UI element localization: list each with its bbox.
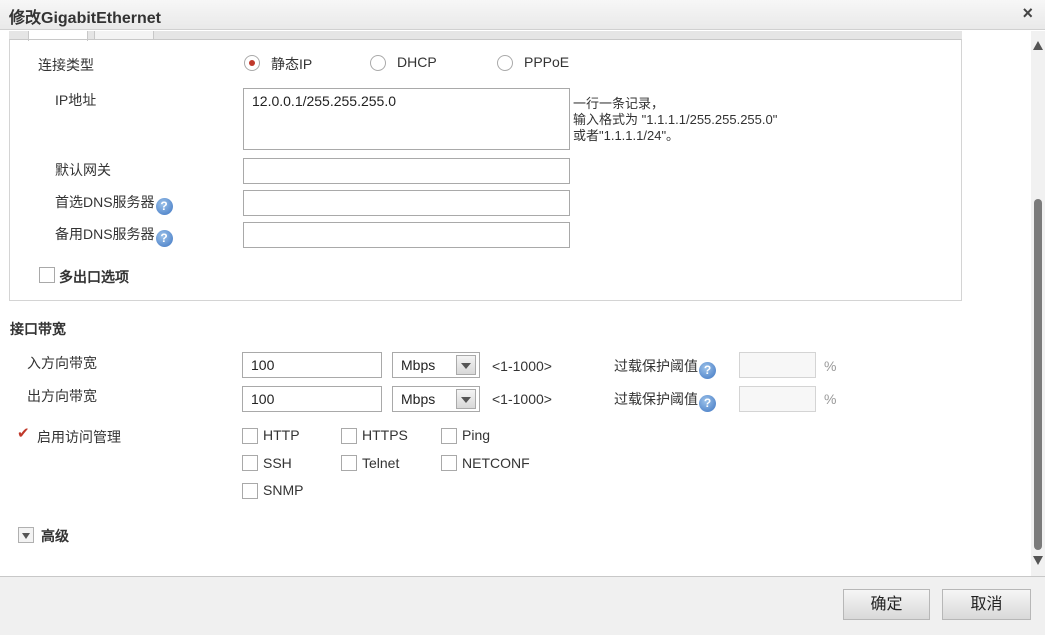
scrollbar-thumb[interactable]: [1034, 199, 1042, 550]
dialog-content: 连接类型 静态IP DHCP PPPoE IP地址 12.0.0.1/255.2…: [0, 31, 1031, 576]
protocol-netconf-checkbox[interactable]: [441, 455, 457, 471]
dialog-title: 修改GigabitEthernet: [9, 10, 162, 27]
outbound-bandwidth-input[interactable]: 100: [242, 386, 382, 412]
outbound-overload-input[interactable]: [739, 386, 816, 412]
gateway-label: 默认网关: [55, 162, 111, 178]
checkmark-icon: ✔: [17, 425, 30, 442]
protocol-ssh-checkbox[interactable]: [242, 455, 258, 471]
protocol-telnet-label: Telnet: [362, 455, 400, 471]
help-icon[interactable]: ?: [155, 230, 173, 247]
outbound-overload-label: 过载保护阈值?: [614, 389, 716, 412]
close-icon[interactable]: ×: [1022, 3, 1033, 24]
access-management-label: 启用访问管理: [37, 429, 121, 445]
dns-secondary-input[interactable]: [243, 222, 570, 248]
outbound-percent-label: %: [824, 391, 837, 407]
hint-line-1: 一行一条记录，: [573, 96, 665, 111]
radio-pppoe-label: PPPoE: [524, 54, 570, 70]
advanced-expander[interactable]: [18, 527, 34, 543]
inbound-unit-value: Mbps: [401, 357, 436, 373]
help-icon[interactable]: ?: [699, 395, 716, 412]
radio-dhcp[interactable]: [370, 55, 386, 71]
ok-button[interactable]: 确定: [843, 589, 930, 620]
protocol-netconf-label: NETCONF: [462, 455, 530, 471]
outbound-unit-select[interactable]: Mbps: [392, 386, 480, 412]
dns-secondary-label: 备用DNS服务器?: [55, 224, 173, 247]
dialog-titlebar: 修改GigabitEthernet ×: [0, 0, 1045, 30]
multi-exit-label: 多出口选项: [59, 269, 129, 285]
protocol-ping-checkbox[interactable]: [441, 428, 457, 444]
inbound-unit-select[interactable]: Mbps: [392, 352, 480, 378]
gateway-input[interactable]: [243, 158, 570, 184]
radio-static-ip-label: 静态IP: [271, 56, 313, 72]
chevron-down-icon[interactable]: [456, 389, 476, 409]
inbound-bandwidth-input[interactable]: 100: [242, 352, 382, 378]
protocol-https-label: HTTPS: [362, 427, 408, 443]
scroll-up-icon[interactable]: [1033, 41, 1043, 50]
ip-address-hint: 一行一条记录， 输入格式为 "1.1.1.1/255.255.255.0" 或者…: [573, 96, 777, 144]
radio-static-ip[interactable]: [244, 55, 260, 71]
radio-pppoe[interactable]: [497, 55, 513, 71]
outbound-overload-label-text: 过载保护阈值: [614, 391, 698, 407]
protocol-ssh-label: SSH: [263, 455, 292, 471]
protocol-http-label: HTTP: [263, 427, 300, 443]
inbound-range-label: <1-1000>: [492, 358, 552, 374]
scroll-down-icon[interactable]: [1033, 556, 1043, 565]
outbound-bandwidth-label: 出方向带宽: [27, 388, 97, 404]
inbound-bandwidth-label: 入方向带宽: [27, 355, 97, 371]
protocol-https-checkbox[interactable]: [341, 428, 357, 444]
protocol-snmp-label: SNMP: [263, 482, 304, 498]
dns-primary-label: 首选DNS服务器?: [55, 192, 173, 215]
bandwidth-section-title: 接口带宽: [10, 321, 66, 337]
cancel-button[interactable]: 取消: [942, 589, 1031, 620]
access-management-checkbox[interactable]: ✔: [16, 425, 32, 444]
chevron-down-icon[interactable]: [456, 355, 476, 375]
vertical-scrollbar[interactable]: [1031, 31, 1045, 576]
multi-exit-checkbox[interactable]: [39, 267, 55, 283]
protocol-snmp-checkbox[interactable]: [242, 483, 258, 499]
dns-secondary-label-text: 备用DNS服务器: [55, 226, 155, 242]
advanced-label: 高级: [41, 528, 69, 544]
inbound-overload-input[interactable]: [739, 352, 816, 378]
radio-dhcp-label: DHCP: [397, 54, 437, 70]
dialog-footer: 确定 取消: [0, 576, 1045, 635]
protocol-ping-label: Ping: [462, 427, 491, 443]
ip-address-textarea[interactable]: 12.0.0.1/255.255.255.0: [243, 88, 570, 150]
dns-primary-input[interactable]: [243, 190, 570, 216]
inbound-overload-label: 过载保护阈值?: [614, 356, 716, 379]
protocol-telnet-checkbox[interactable]: [341, 455, 357, 471]
inbound-percent-label: %: [824, 358, 837, 374]
dns-primary-label-text: 首选DNS服务器: [55, 194, 155, 210]
hint-line-3: 或者"1.1.1.1/24"。: [573, 128, 680, 143]
outbound-range-label: <1-1000>: [492, 391, 552, 407]
help-icon[interactable]: ?: [155, 198, 173, 215]
help-icon[interactable]: ?: [699, 362, 716, 379]
hint-line-2: 输入格式为 "1.1.1.1/255.255.255.0": [573, 112, 778, 127]
inbound-overload-label-text: 过载保护阈值: [614, 358, 698, 374]
outbound-unit-value: Mbps: [401, 391, 436, 407]
ip-address-label: IP地址: [55, 92, 97, 108]
connection-type-label: 连接类型: [38, 57, 94, 73]
protocol-http-checkbox[interactable]: [242, 428, 258, 444]
